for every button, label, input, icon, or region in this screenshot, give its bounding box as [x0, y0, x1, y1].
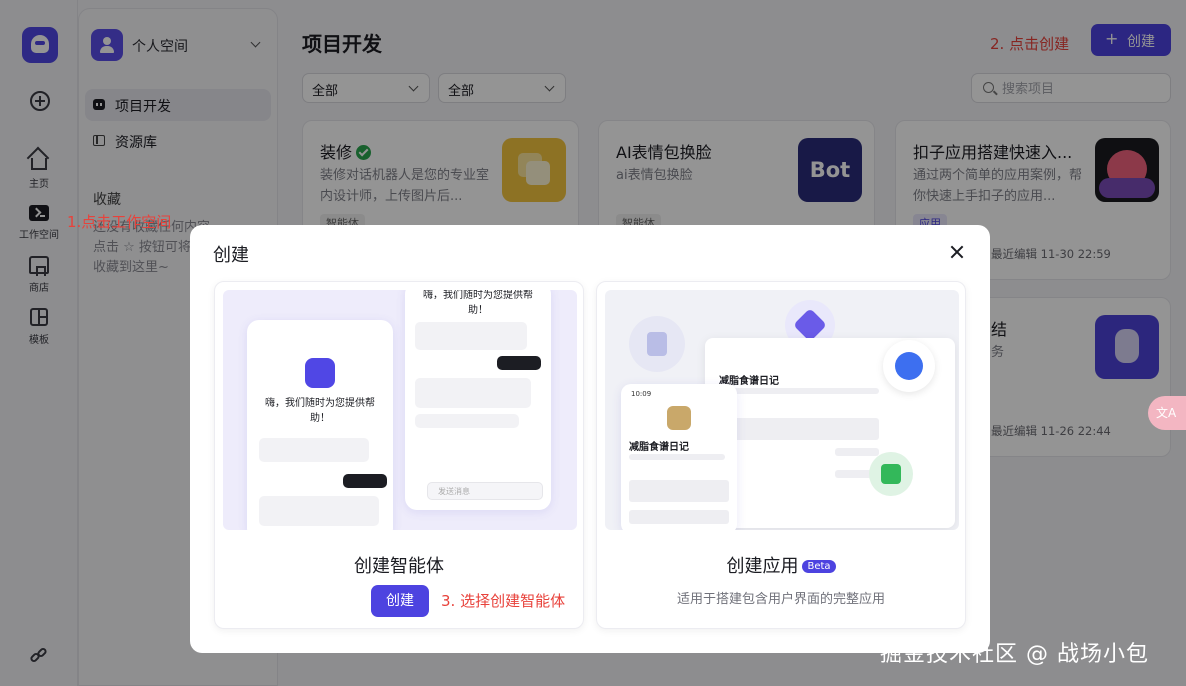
flow-icon — [869, 452, 913, 496]
create-agent-button[interactable]: 创建 — [371, 585, 429, 617]
preview-bubble — [415, 322, 527, 350]
agent-preview-image: 嗨，我们随时为您提供帮助！ 嗨，我们随时为您提供帮助！ 发送消息 — [223, 290, 577, 530]
preview-user-bubble — [343, 474, 387, 488]
preview-greeting: 嗨，我们随时为您提供帮助！ — [265, 398, 375, 424]
hint-step3: 3. 选择创建智能体 — [441, 592, 566, 610]
palette-icon — [883, 340, 935, 392]
agent-option-title: 创建智能体 — [354, 556, 444, 577]
create-app-option[interactable]: 减脂食谱日记 10:09 减脂食谱日记 创建应用 Beta 适用于搭建包含用户界… — [596, 281, 966, 629]
create-modal: 创建 嗨，我们随时为您提供帮助！ 嗨，我们随时为您提供帮助！ 发送消息 创建智能… — [190, 225, 990, 653]
app-preview-image: 减脂食谱日记 10:09 减脂食谱日记 — [605, 290, 959, 530]
app-option-description: 适用于搭建包含用户界面的完整应用 — [676, 592, 885, 607]
preview-app-name: 减脂食谱日记 — [629, 442, 689, 453]
beta-badge: Beta — [802, 560, 836, 573]
preview-greeting: 嗨，我们随时为您提供帮助！ — [423, 290, 533, 316]
preview-input-placeholder: 发送消息 — [438, 487, 470, 496]
watermark: 掘金技术社区 @ 战场小包 — [880, 642, 1149, 667]
preview-time: 10:09 — [631, 390, 652, 398]
doc-icon — [629, 316, 685, 372]
preview-input: 发送消息 — [427, 482, 543, 500]
bot-avatar-icon — [305, 358, 335, 388]
food-image-icon — [667, 406, 691, 430]
modal-title: 创建 — [213, 245, 249, 266]
preview-bubble — [259, 496, 379, 526]
phone-mockup: 嗨，我们随时为您提供帮助！ — [247, 320, 393, 530]
close-icon[interactable] — [950, 245, 964, 259]
create-agent-option[interactable]: 嗨，我们随时为您提供帮助！ 嗨，我们随时为您提供帮助！ 发送消息 创建智能体 创… — [214, 281, 584, 629]
phone-mockup: 嗨，我们随时为您提供帮助！ 发送消息 — [405, 290, 551, 510]
preview-user-bubble — [497, 356, 541, 370]
preview-bubble — [415, 378, 531, 408]
hint-step1: 1.点击工作空间 — [67, 213, 172, 231]
app-option-title: 创建应用 Beta — [597, 552, 965, 578]
translate-icon[interactable]: 文A — [1148, 396, 1186, 430]
preview-bubble — [415, 414, 519, 428]
phone-mockup: 10:09 减脂食谱日记 — [621, 384, 737, 530]
preview-bubble — [259, 438, 369, 462]
